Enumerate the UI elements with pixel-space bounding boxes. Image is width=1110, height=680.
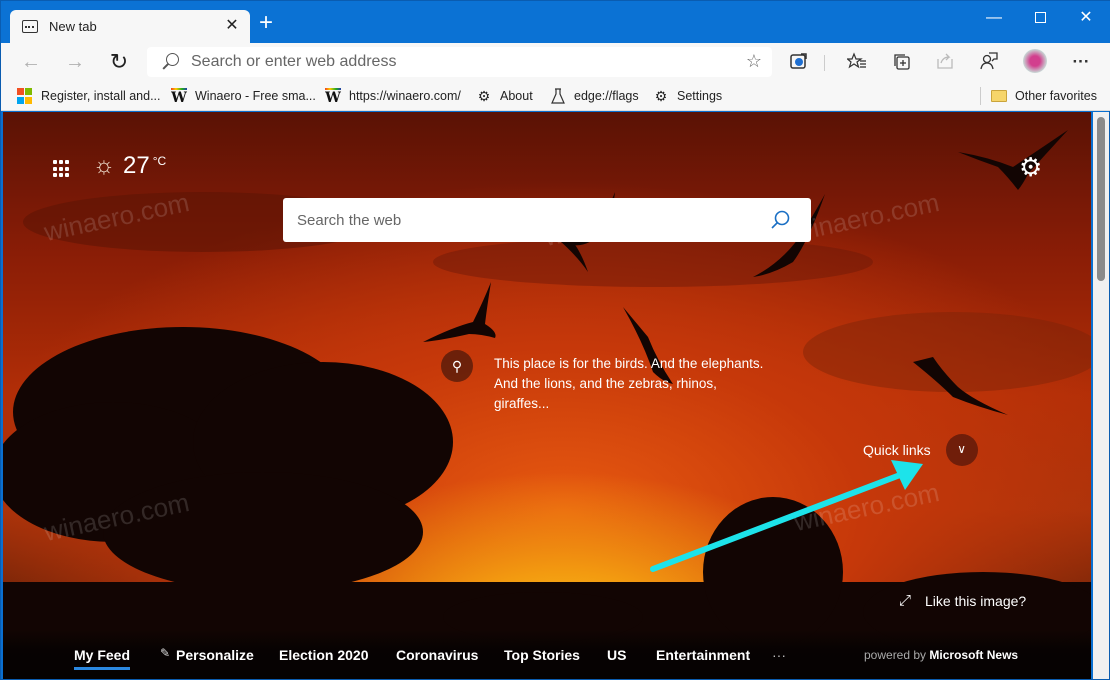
flask-icon [550, 88, 566, 104]
web-search-input[interactable] [297, 211, 757, 229]
feed-tab-coronavirus[interactable]: Coronavirus [396, 647, 478, 663]
winaero-logo-icon: W [325, 88, 341, 106]
feed-tab-us[interactable]: US [607, 647, 626, 663]
profile-avatar[interactable] [1023, 49, 1047, 73]
favorite-item[interactable]: ⚙ Settings [653, 86, 722, 106]
scrollbar-thumb[interactable] [1097, 117, 1105, 281]
feedback-icon[interactable] [977, 51, 1001, 73]
feed-more-button[interactable]: ··· [772, 647, 786, 663]
favorite-label: About [500, 89, 533, 103]
image-info-search-icon[interactable]: ⚲ [441, 350, 473, 382]
toolbar: ← → ↻ ☆ ··· [1, 43, 1110, 81]
feed-tab-election-2020[interactable]: Election 2020 [279, 647, 369, 663]
chevron-down-icon[interactable]: ∨ [945, 434, 978, 466]
gear-icon: ⚙ [654, 88, 668, 104]
feed-tab-entertainment[interactable]: Entertainment [656, 647, 750, 663]
favorite-item[interactable]: Register, install and... [17, 86, 161, 106]
microsoft-logo-icon [17, 88, 33, 104]
new-tab-button[interactable]: + [255, 11, 277, 35]
image-fact-text[interactable]: This place is for the birds. And the ele… [494, 354, 764, 414]
favorite-label: Settings [677, 89, 723, 103]
share-icon[interactable] [933, 51, 957, 73]
close-tab-icon[interactable]: ✕ [222, 16, 242, 36]
temperature-unit: °C [152, 154, 167, 168]
page-settings-gear-icon[interactable]: ⚙ [1019, 152, 1042, 183]
more-icon[interactable]: ··· [1069, 51, 1093, 73]
new-tab-page: winaero.com winaero.com winaero.com wina… [3, 112, 1091, 679]
favorite-label: edge://flags [574, 89, 639, 103]
expand-icon: ⤢ [899, 592, 912, 609]
back-button[interactable]: ← [17, 49, 45, 75]
minimize-button[interactable]: — [971, 5, 1017, 31]
microsoft-news-brand[interactable]: Microsoft News [929, 648, 1018, 662]
close-window-button[interactable]: ✕ [1063, 5, 1109, 31]
edge-icon[interactable] [787, 51, 811, 73]
feed-tab-personalize[interactable]: Personalize [176, 647, 254, 663]
favorite-item[interactable]: W Winaero - Free sma... [171, 86, 316, 106]
favorite-item[interactable]: edge://flags [550, 86, 639, 106]
favorite-label: Winaero - Free sma... [195, 89, 316, 103]
title-bar: New tab ✕ + — ✕ [1, 1, 1110, 43]
winaero-logo-icon: W [171, 88, 187, 106]
toolbar-divider [824, 55, 825, 71]
vertical-scrollbar[interactable] [1093, 112, 1109, 679]
tab-new-tab[interactable]: New tab ✕ [10, 10, 250, 43]
address-bar[interactable]: ☆ [147, 47, 772, 77]
feed-tab-my-feed[interactable]: My Feed [74, 647, 131, 670]
app-launcher-icon[interactable] [53, 160, 71, 178]
folder-icon [991, 90, 1007, 102]
favorite-item[interactable]: ⚙ About [476, 86, 533, 106]
browser-window: New tab ✕ + — ✕ ← → ↻ ☆ [0, 0, 1110, 680]
gear-icon: ⚙ [477, 88, 491, 104]
weather-widget[interactable]: ☼ 27 °C [93, 152, 166, 180]
powered-by-prefix: powered by [864, 648, 927, 662]
news-feed-nav: My Feed ✎ Personalize Election 2020 Coro… [3, 630, 1091, 679]
feed-tab-top-stories[interactable]: Top Stories [504, 647, 580, 663]
quick-links-label: Quick links [863, 442, 931, 458]
maximize-button[interactable] [1017, 5, 1063, 31]
reload-button[interactable]: ↻ [105, 49, 133, 75]
pencil-icon: ✎ [160, 646, 171, 660]
tab-title: New tab [49, 19, 97, 34]
powered-by: powered by Microsoft News [864, 648, 1018, 662]
search-submit-icon[interactable] [769, 209, 791, 231]
web-search-box[interactable] [283, 198, 811, 242]
search-icon [161, 53, 179, 71]
address-input[interactable] [191, 53, 731, 71]
like-image-prompt[interactable]: ⤢ Like this image? [899, 592, 1026, 609]
new-tab-page-icon [22, 20, 38, 33]
sun-icon: ☼ [93, 152, 115, 179]
other-favorites[interactable]: Other favorites [991, 86, 1097, 106]
other-favorites-label: Other favorites [1015, 89, 1097, 103]
favorite-item[interactable]: W https://winaero.com/ [325, 86, 461, 106]
temperature: 27 [123, 152, 150, 179]
favorite-label: https://winaero.com/ [349, 89, 461, 103]
favorite-label: Register, install and... [41, 89, 161, 103]
favorites-icon[interactable] [845, 51, 869, 73]
like-image-label: Like this image? [925, 592, 1027, 609]
maximize-icon [1034, 12, 1046, 24]
collections-icon[interactable] [890, 51, 914, 73]
favorites-bar: Register, install and... W Winaero - Fre… [1, 81, 1110, 111]
favorites-divider [980, 87, 981, 105]
add-favorite-star-icon[interactable]: ☆ [746, 51, 762, 72]
quick-links-toggle[interactable]: Quick links ∨ [863, 434, 978, 466]
forward-button[interactable]: → [61, 49, 89, 75]
